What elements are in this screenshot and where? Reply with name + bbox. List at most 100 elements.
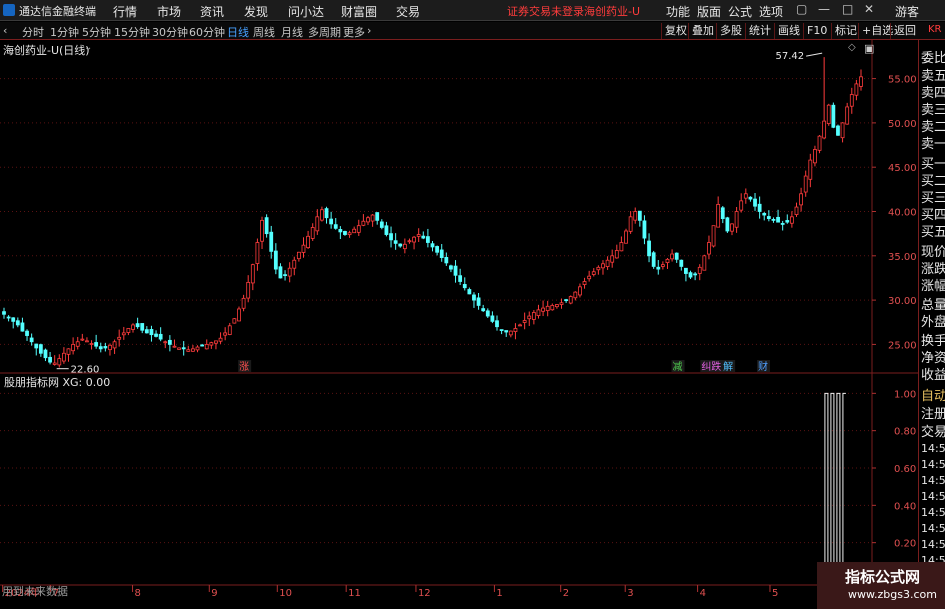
candle-body bbox=[149, 329, 154, 336]
menu-discover[interactable]: 发现 bbox=[244, 3, 268, 20]
stats-button[interactable]: 统计 bbox=[745, 23, 774, 39]
date-tick-label: 4 bbox=[700, 588, 706, 598]
guest-user[interactable]: 游客 bbox=[895, 3, 919, 20]
candle-body bbox=[223, 332, 228, 336]
menu-hq[interactable]: 行情 bbox=[113, 3, 137, 20]
candle-body bbox=[195, 346, 200, 351]
more-chevron-icon[interactable]: › bbox=[367, 24, 371, 37]
indicator-tick-label: 0.40 bbox=[894, 501, 916, 512]
candle-body bbox=[89, 343, 94, 345]
period-more[interactable]: 更多 bbox=[343, 24, 365, 40]
period-monthly[interactable]: 月线 bbox=[281, 24, 303, 40]
menu-ask[interactable]: 问小达 bbox=[288, 3, 324, 20]
period-5min[interactable]: 5分钟 bbox=[82, 24, 111, 40]
tick-time: 14:56 bbox=[921, 442, 945, 455]
candle-body bbox=[402, 243, 407, 250]
draw-line-button[interactable]: 画线 bbox=[774, 23, 803, 39]
candle-body bbox=[269, 231, 274, 252]
period-weekly[interactable]: 周线 bbox=[253, 24, 275, 40]
indicator-series bbox=[824, 392, 846, 581]
skin-icon[interactable]: ▢ bbox=[796, 2, 807, 16]
chart-title: 海创药业-U(日线) bbox=[3, 44, 90, 57]
candle-body bbox=[504, 330, 509, 333]
date-tick-label: 10 bbox=[279, 588, 292, 598]
app-logo-icon bbox=[3, 4, 15, 16]
price-axis: 25.00 30.00 35.00 40.00 45.00 50.00 55.00 0.20 0… bbox=[2, 75, 917, 598]
period-15min[interactable]: 15分钟 bbox=[114, 24, 150, 40]
adjust-button[interactable]: 复权 bbox=[661, 23, 690, 39]
candle-body bbox=[264, 217, 269, 235]
kline-chart[interactable]: 57.4222.60 涨减纠跌解财 25.0030.0035.0040.0045.… bbox=[0, 40, 918, 598]
candle-body bbox=[822, 120, 827, 139]
candle-body bbox=[425, 236, 430, 243]
candle-body bbox=[789, 216, 794, 224]
candle-body bbox=[416, 234, 421, 237]
back-button[interactable]: 返回 bbox=[890, 23, 919, 39]
candle-body bbox=[508, 330, 513, 336]
watermark-url: www.zbgs3.com bbox=[848, 588, 937, 601]
candle-body bbox=[707, 242, 711, 255]
candle-body bbox=[578, 286, 582, 296]
menu-trade[interactable]: 交易 bbox=[396, 3, 420, 20]
indicator-title[interactable]: 股朋指标网 XG: 0.00 bbox=[4, 374, 110, 390]
candle-body bbox=[513, 328, 518, 333]
auto-button[interactable]: 自动 bbox=[921, 385, 945, 404]
period-60min[interactable]: 60分钟 bbox=[189, 24, 225, 40]
f10-button[interactable]: F10 bbox=[803, 23, 830, 39]
tick-time: 14:56 bbox=[921, 490, 945, 503]
quote-label: 收益 bbox=[921, 368, 945, 383]
panel-toggle-icon[interactable]: ▣ bbox=[864, 42, 874, 55]
candle-body bbox=[531, 312, 536, 320]
candle-body bbox=[315, 216, 320, 232]
candle-body bbox=[241, 297, 246, 309]
candle-body bbox=[688, 272, 693, 278]
candle-body bbox=[287, 267, 292, 277]
candle-body bbox=[214, 340, 218, 344]
mark-button[interactable]: 标记 bbox=[831, 23, 860, 39]
candle-body bbox=[80, 338, 85, 341]
trade-button[interactable]: 交易 bbox=[921, 421, 945, 440]
quote-label: 卖一 bbox=[921, 137, 945, 152]
candle-body bbox=[407, 240, 412, 243]
menu-function[interactable]: 功能 bbox=[666, 3, 690, 20]
close-icon[interactable]: ✕ bbox=[864, 2, 874, 16]
period-30min[interactable]: 30分钟 bbox=[152, 24, 188, 40]
candle-body bbox=[541, 307, 545, 312]
candle-body bbox=[167, 339, 172, 345]
app-title: 通达信金融终端 bbox=[19, 5, 96, 18]
candle-body bbox=[75, 341, 80, 347]
menu-wealth[interactable]: 财富圈 bbox=[341, 3, 377, 20]
candle-body bbox=[748, 196, 753, 200]
period-daily[interactable]: 日线 bbox=[227, 24, 249, 40]
tick-time: 14:56 bbox=[921, 474, 945, 487]
menu-layout[interactable]: 版面 bbox=[697, 3, 721, 20]
candle-body bbox=[836, 125, 840, 136]
minimize-icon[interactable]: — bbox=[818, 2, 830, 16]
tick-time: 14:56 bbox=[921, 538, 945, 551]
candle-body bbox=[472, 294, 476, 301]
overlay-button[interactable]: 叠加 bbox=[688, 23, 717, 39]
candle-body bbox=[186, 349, 191, 352]
candle-body bbox=[702, 255, 707, 271]
period-multi[interactable]: 多周期 bbox=[308, 24, 341, 40]
menu-market[interactable]: 市场 bbox=[157, 3, 181, 20]
candle-body bbox=[771, 218, 776, 221]
register-button[interactable]: 注册 bbox=[921, 403, 945, 422]
menu-options[interactable]: 选项 bbox=[759, 3, 783, 20]
candle-body bbox=[144, 329, 149, 334]
chart-title-chevron-icon[interactable]: ⌄ bbox=[84, 42, 92, 53]
diamond-icon[interactable]: ◇ bbox=[848, 42, 856, 53]
price-tick-label: 35.00 bbox=[888, 252, 917, 263]
multi-stock-button[interactable]: 多股 bbox=[716, 23, 745, 39]
candle-body bbox=[20, 322, 25, 332]
maximize-icon[interactable]: □ bbox=[842, 2, 853, 16]
period-intraday[interactable]: 分时 bbox=[22, 24, 44, 40]
menu-news[interactable]: 资讯 bbox=[200, 3, 224, 20]
period-1min[interactable]: 1分钟 bbox=[50, 24, 79, 40]
trade-login-status[interactable]: 证券交易未登录 bbox=[507, 3, 584, 19]
event-marker: 涨 bbox=[239, 361, 249, 373]
candle-body bbox=[813, 149, 817, 164]
candle-body bbox=[393, 240, 398, 244]
menu-formula[interactable]: 公式 bbox=[728, 3, 752, 20]
nav-left-icon[interactable]: ‹ bbox=[3, 24, 7, 37]
